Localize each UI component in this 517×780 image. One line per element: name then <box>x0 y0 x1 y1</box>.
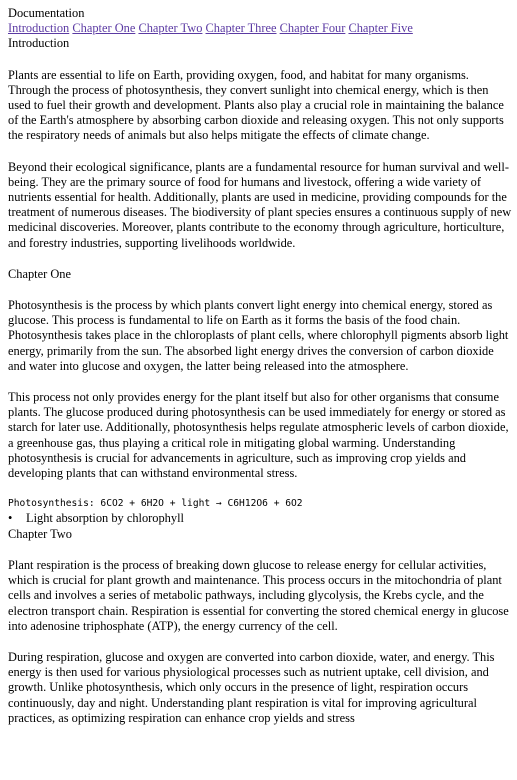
section-chapter-two: Chapter Two Plant respiration is the pro… <box>8 527 513 726</box>
nav-link-chapter-three[interactable]: Chapter Three <box>206 21 277 35</box>
chapter-one-paragraph-1: Photosynthesis is the process by which p… <box>8 298 509 373</box>
nav-link-introduction[interactable]: Introduction <box>8 21 69 35</box>
document-page: Documentation Introduction Chapter One C… <box>8 6 513 726</box>
section-introduction: Introduction Plants are essential to lif… <box>8 36 513 250</box>
intro-paragraph-2: Beyond their ecological significance, pl… <box>8 159 512 250</box>
list-item-text: Light absorption by chlorophyll <box>26 511 184 526</box>
chapter-nav: Introduction Chapter One Chapter Two Cha… <box>8 21 513 36</box>
nav-link-chapter-four[interactable]: Chapter Four <box>280 21 346 35</box>
photosynthesis-formula: Photosynthesis: 6CO2 + 6H2O + light → C6… <box>8 498 303 510</box>
nav-link-chapter-one[interactable]: Chapter One <box>72 21 135 35</box>
chapter-one-paragraph-2: This process not only provides energy fo… <box>8 390 509 481</box>
section-heading-chapter-one: Chapter One <box>8 266 71 281</box>
list-item: • Light absorption by chlorophyll <box>8 511 513 526</box>
section-chapter-one: Chapter One Photosynthesis is the proces… <box>8 267 513 527</box>
section-heading-chapter-two: Chapter Two <box>8 526 72 541</box>
chapter-one-bullet-list: • Light absorption by chlorophyll <box>8 511 513 526</box>
intro-paragraph-1: Plants are essential to life on Earth, p… <box>8 67 504 143</box>
page-title: Documentation <box>8 6 85 20</box>
bullet-icon: • <box>8 511 13 526</box>
nav-link-chapter-two[interactable]: Chapter Two <box>138 21 202 35</box>
chapter-two-paragraph-2: During respiration, glucose and oxygen a… <box>8 649 495 725</box>
chapter-two-paragraph-1: Plant respiration is the process of brea… <box>8 557 509 633</box>
section-heading-introduction: Introduction <box>8 36 70 51</box>
nav-link-chapter-five[interactable]: Chapter Five <box>348 21 412 35</box>
